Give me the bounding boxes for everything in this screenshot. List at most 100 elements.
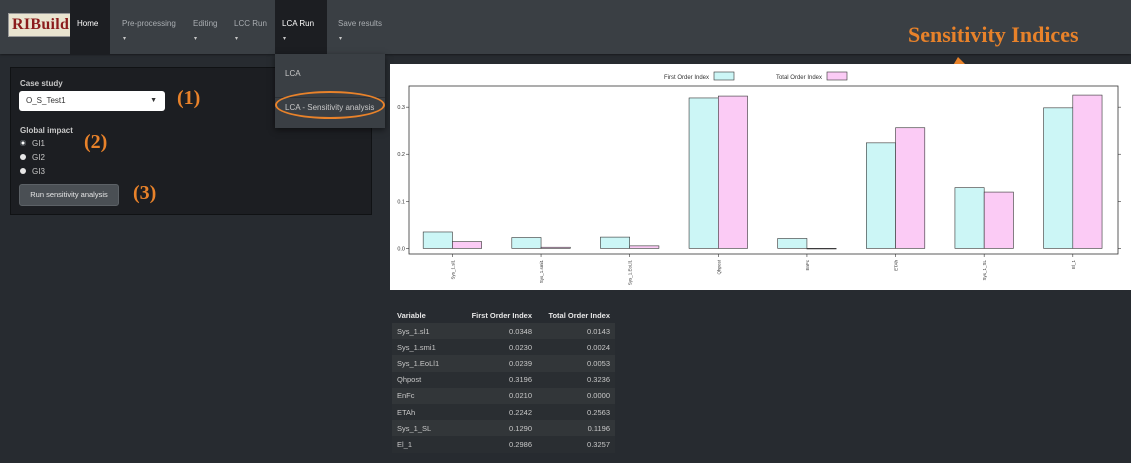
global-impact-label: Global impact xyxy=(20,126,73,135)
chevron-down-icon: ▾ xyxy=(235,36,239,42)
bar-first-order-1 xyxy=(511,237,542,249)
table-header-first-order[interactable]: First Order Index xyxy=(457,307,537,323)
nav-save-results-label: Save results xyxy=(338,19,383,28)
table-row: ETAh 0.2242 0.2563 xyxy=(392,403,615,421)
run-sensitivity-analysis-button[interactable]: Run sensitivity analysis xyxy=(19,184,119,206)
menu-item-lca[interactable]: LCA xyxy=(285,69,301,78)
nav-home-label: Home xyxy=(77,19,99,28)
x-tick-label: Sys_1_SL xyxy=(982,260,987,281)
table-row: Sys_1.sl1 0.0348 0.0143 xyxy=(392,323,615,340)
table-row: EnFc 0.0210 0.0000 xyxy=(392,387,615,404)
radio-gi3-label: GI3 xyxy=(32,167,45,176)
cell-first-order: 0.0239 xyxy=(457,355,537,372)
nav-home[interactable]: Home xyxy=(70,0,110,54)
radio-gi3[interactable]: GI3 xyxy=(20,167,45,176)
radio-gi2[interactable]: GI2 xyxy=(20,153,45,162)
bar-total-order-3 xyxy=(718,95,748,249)
cell-total-order: 0.0024 xyxy=(537,339,615,356)
case-study-select[interactable]: O_S_Test1 ▼ xyxy=(19,91,165,111)
nav-editing[interactable]: Editing ▾ xyxy=(186,0,224,54)
chevron-down-icon: ▾ xyxy=(283,36,287,42)
chart-x-labels: Sys_1.sl1 Sys_1.smi1 Sys_1.EoLl1 Qhpost EnFc… xyxy=(450,254,1076,286)
sensitivity-indices-annotation: Sensitivity Indices xyxy=(908,22,1079,47)
x-tick-label: ETAh xyxy=(894,260,899,271)
table-header-variable[interactable]: Variable xyxy=(392,307,457,323)
cell-first-order: 0.3196 xyxy=(457,371,537,388)
bar-total-order-5 xyxy=(895,127,926,249)
bar-first-order-4 xyxy=(777,238,808,249)
legend-first-order-label: First Order Index xyxy=(664,75,709,81)
callout-1: (1) xyxy=(177,87,201,109)
bar-total-order-2 xyxy=(629,245,660,249)
radio-gi2-label: GI2 xyxy=(32,153,45,162)
bar-total-order-7 xyxy=(1072,94,1103,249)
cell-total-order: 0.0143 xyxy=(537,323,615,340)
cell-variable: Sys_1.smi1 xyxy=(392,339,457,356)
x-tick-label: EnFc xyxy=(805,259,810,270)
cell-total-order: 0.2563 xyxy=(537,403,615,421)
nav-lcc-run[interactable]: LCC Run ▾ xyxy=(227,0,271,54)
cell-total-order: 0.1196 xyxy=(537,420,615,437)
x-tick-label: Sys_1.EoLl1 xyxy=(628,260,633,286)
bar-first-order-2 xyxy=(600,236,630,249)
nav-lca-run-label: LCA Run xyxy=(282,19,315,28)
cell-first-order: 0.0348 xyxy=(457,323,537,340)
cell-first-order: 0.0210 xyxy=(457,387,537,404)
sensitivity-chart: First Order Index Total Order Index 0.0 0… xyxy=(397,71,1121,286)
table-row: El_1 0.2986 0.3257 xyxy=(392,436,615,453)
radio-gi1[interactable]: GI1 xyxy=(20,139,45,148)
legend-total-order-label: Total Order Index xyxy=(776,75,822,81)
x-tick-label: El_1 xyxy=(1071,260,1076,270)
table-body: Sys_1.sl1 0.0348 0.0143 Sys_1.smi1 0.023… xyxy=(392,323,615,453)
bar-first-order-7 xyxy=(1043,107,1074,249)
nav-save-results[interactable]: Save results ▾ xyxy=(331,0,391,54)
radio-gi1-label: GI1 xyxy=(32,139,45,148)
bar-first-order-3 xyxy=(688,97,719,249)
nav-pre-processing[interactable]: Pre-processing ▾ xyxy=(115,0,183,54)
x-tick-label: Sys_1.sl1 xyxy=(450,260,455,280)
cell-first-order: 0.2986 xyxy=(457,436,537,453)
radio-icon xyxy=(20,153,26,160)
radio-icon xyxy=(20,167,26,174)
cell-total-order: 0.3257 xyxy=(537,436,615,453)
chart-bars xyxy=(422,94,1103,250)
chevron-down-icon: ▾ xyxy=(194,36,198,42)
case-study-value: O_S_Test1 xyxy=(26,96,66,105)
ribuild-logo[interactable]: RIBuild xyxy=(8,13,74,37)
x-tick-label: Qhpost xyxy=(716,259,721,274)
bar-total-order-1 xyxy=(540,246,571,249)
bar-first-order-0 xyxy=(422,231,453,249)
cell-total-order: 0.3236 xyxy=(537,371,615,388)
cell-variable: Sys_1.sl1 xyxy=(392,323,457,340)
sensitivity-table: Variable First Order Index Total Order I… xyxy=(392,307,615,453)
nav-pre-processing-label: Pre-processing xyxy=(122,19,176,28)
y-tick-label: 0.1 xyxy=(397,199,405,205)
table-row: Qhpost 0.3196 0.3236 xyxy=(392,371,615,388)
table-header-total-order[interactable]: Total Order Index xyxy=(537,307,615,323)
table-header-row: Variable First Order Index Total Order I… xyxy=(392,307,615,323)
bar-total-order-4 xyxy=(806,248,837,250)
callout-2: (2) xyxy=(84,131,108,153)
table-row: Sys_1_SL 0.1290 0.1196 xyxy=(392,420,615,437)
cell-variable: Sys_1.EoLl1 xyxy=(392,355,457,372)
top-navbar: RIBuild Home Pre-processing ▾ Editing ▾ … xyxy=(0,0,1131,54)
bar-total-order-6 xyxy=(983,191,1014,249)
legend-first-order-swatch xyxy=(713,71,735,81)
radio-selected-icon xyxy=(20,139,26,146)
bar-first-order-5 xyxy=(866,142,896,249)
cell-first-order: 0.2242 xyxy=(457,403,537,421)
legend-total-order-swatch xyxy=(826,71,848,81)
x-tick-label: Sys_1.smi1 xyxy=(539,260,544,284)
nav-lca-run[interactable]: LCA Run ▾ xyxy=(275,0,327,54)
cell-first-order: 0.1290 xyxy=(457,420,537,437)
table-row: Sys_1.EoLl1 0.0239 0.0053 xyxy=(392,355,615,372)
caret-down-icon: ▼ xyxy=(150,97,157,104)
cell-first-order: 0.0230 xyxy=(457,339,537,356)
cell-variable: Qhpost xyxy=(392,371,457,388)
y-tick-label: 0.3 xyxy=(397,105,405,111)
cell-variable: ETAh xyxy=(392,403,457,421)
chart-legend: First Order Index Total Order Index xyxy=(664,71,848,81)
bar-total-order-0 xyxy=(452,241,482,249)
nav-editing-label: Editing xyxy=(193,19,218,28)
cell-total-order: 0.0053 xyxy=(537,355,615,372)
